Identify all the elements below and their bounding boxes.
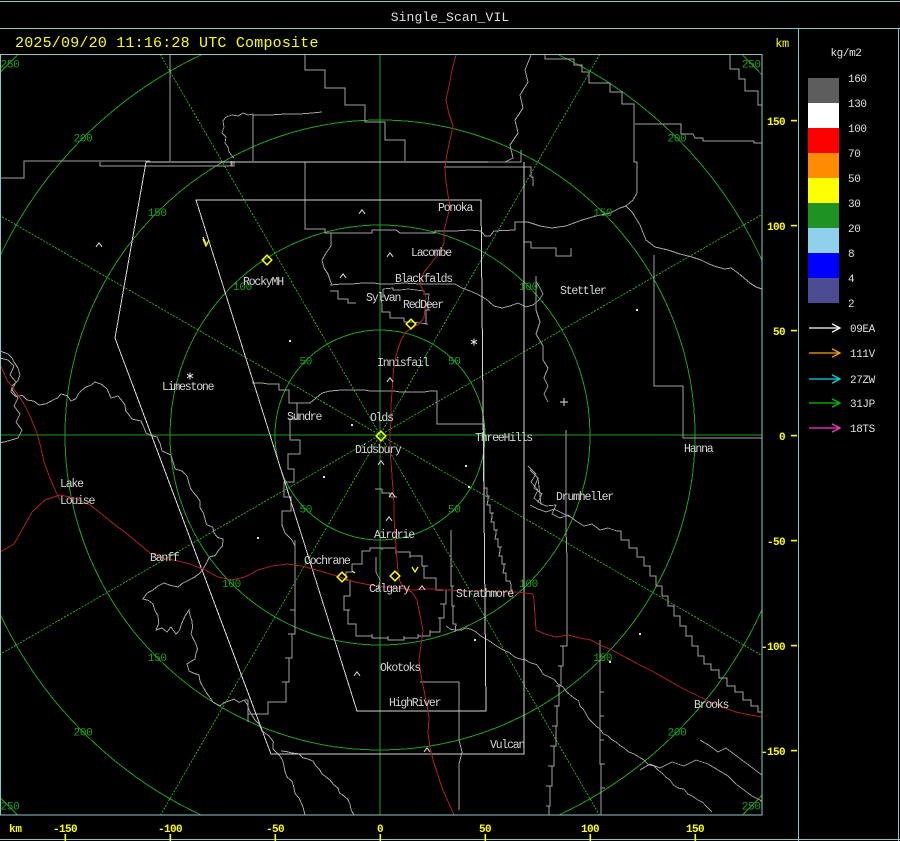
svg-text:Cochrane: Cochrane — [304, 555, 351, 568]
svg-text:Banff: Banff — [150, 552, 180, 565]
svg-text:kg/m2: kg/m2 — [830, 48, 861, 60]
svg-text:Okotoks: Okotoks — [380, 662, 420, 675]
svg-text:RockyMH: RockyMH — [243, 276, 283, 289]
svg-text:20: 20 — [848, 224, 860, 236]
svg-text:Innisfail: Innisfail — [377, 357, 430, 370]
svg-text:Ponoka: Ponoka — [438, 202, 474, 215]
svg-text:27ZW: 27ZW — [850, 375, 876, 387]
svg-text:Strathmore: Strathmore — [456, 588, 514, 601]
svg-text:Sundre: Sundre — [287, 411, 323, 424]
svg-text:0: 0 — [779, 432, 785, 444]
svg-text:100: 100 — [848, 124, 867, 136]
svg-text:200: 200 — [668, 727, 687, 739]
svg-text:150: 150 — [148, 653, 167, 665]
svg-text:200: 200 — [668, 134, 687, 146]
svg-text:09EA: 09EA — [850, 324, 876, 336]
svg-text:250: 250 — [742, 802, 761, 814]
svg-text:70: 70 — [848, 149, 860, 161]
svg-text:-100: -100 — [761, 642, 785, 654]
svg-text:Louise: Louise — [60, 495, 96, 508]
svg-text:150: 150 — [593, 653, 612, 665]
svg-text:2025/09/20 11:16:28 UTC Compos: 2025/09/20 11:16:28 UTC Composite — [15, 35, 319, 52]
svg-text:250: 250 — [1, 59, 20, 71]
svg-text:Vulcan: Vulcan — [490, 739, 525, 752]
svg-text:160: 160 — [848, 74, 867, 86]
svg-text:8: 8 — [848, 249, 854, 261]
svg-text:Lacombe: Lacombe — [411, 247, 452, 260]
svg-text:Brooks: Brooks — [694, 699, 729, 712]
svg-text:Limestone: Limestone — [162, 381, 215, 394]
svg-text:4: 4 — [848, 274, 855, 286]
svg-text:250: 250 — [1, 802, 20, 814]
svg-text:Hanna: Hanna — [684, 443, 714, 456]
svg-text:50: 50 — [448, 505, 461, 517]
svg-text:100: 100 — [767, 222, 785, 234]
svg-text:km: km — [775, 37, 789, 51]
svg-text:250: 250 — [742, 59, 761, 71]
svg-text:Blackfalds: Blackfalds — [395, 273, 452, 286]
svg-text:50: 50 — [448, 356, 461, 368]
svg-text:Stettler: Stettler — [560, 285, 606, 298]
svg-text:ThreeHills: ThreeHills — [475, 432, 532, 445]
svg-text:30: 30 — [848, 199, 860, 211]
svg-text:200: 200 — [74, 727, 93, 739]
svg-text:km: km — [9, 824, 22, 836]
svg-text:Drumheller: Drumheller — [556, 491, 613, 504]
svg-text:31JP: 31JP — [850, 399, 876, 411]
svg-text:100: 100 — [222, 579, 241, 591]
svg-text:111V: 111V — [850, 349, 876, 361]
svg-text:HighRiver: HighRiver — [389, 697, 441, 710]
svg-text:150: 150 — [593, 208, 612, 220]
svg-text:Sylvan: Sylvan — [366, 292, 401, 305]
svg-text:Calgary: Calgary — [369, 583, 410, 596]
svg-text:100: 100 — [519, 579, 538, 591]
svg-text:Airdrie: Airdrie — [374, 529, 415, 542]
svg-text:100: 100 — [519, 282, 538, 294]
svg-text:Didsbury: Didsbury — [355, 444, 402, 457]
svg-text:50: 50 — [848, 174, 860, 186]
svg-text:Lake: Lake — [60, 478, 84, 491]
svg-text:RedDeer: RedDeer — [403, 299, 443, 312]
svg-text:200: 200 — [74, 134, 93, 146]
svg-text:Olds: Olds — [370, 412, 393, 425]
svg-text:-50: -50 — [767, 537, 785, 549]
svg-text:2: 2 — [848, 299, 854, 311]
svg-text:50: 50 — [299, 356, 312, 368]
svg-text:50: 50 — [773, 327, 785, 339]
svg-text:Single_Scan_VIL: Single_Scan_VIL — [391, 10, 510, 25]
svg-text:130: 130 — [848, 99, 867, 111]
svg-text:150: 150 — [148, 208, 167, 220]
svg-text:150: 150 — [767, 117, 785, 129]
svg-text:50: 50 — [299, 505, 312, 517]
svg-text:-150: -150 — [761, 747, 785, 759]
svg-text:18TS: 18TS — [850, 424, 876, 436]
